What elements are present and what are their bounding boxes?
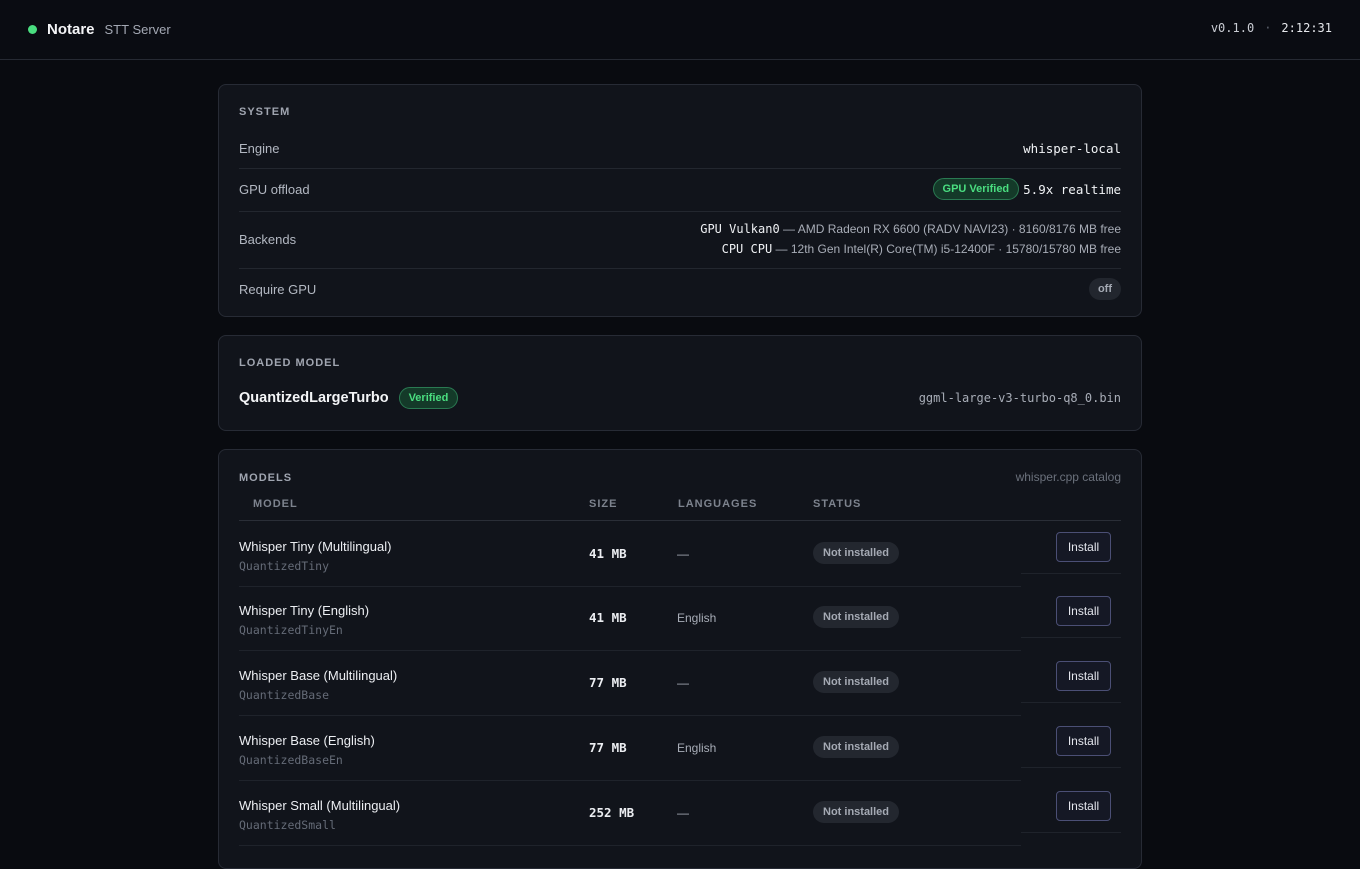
status-badge: Not installed	[813, 606, 900, 628]
models-title: MODELS	[239, 472, 293, 484]
server-status-dot	[28, 24, 37, 34]
model-id: QuantizedBase	[239, 688, 330, 702]
backend-cpu: CPU CPU — 12th Gen Intel(R) Core(TM) i5-…	[700, 239, 1121, 259]
gpu-offload-row: GPU offload GPU Verified 5.9x realtime	[239, 169, 1121, 212]
system-title: SYSTEM	[239, 106, 291, 118]
table-row: Whisper Small (Multilingual) QuantizedSma…	[239, 781, 1121, 846]
version-label: v0.1.0	[1210, 21, 1255, 35]
column-header-languages: LANGUAGES	[678, 498, 758, 510]
clock: 2:12:31	[1281, 21, 1332, 35]
row-divider	[1021, 637, 1121, 638]
backend-name: CPU CPU	[721, 242, 773, 256]
require-gpu-toggle[interactable]: off	[1088, 278, 1121, 300]
engine-row: Engine whisper-local	[239, 127, 1121, 169]
backends-label: Backends	[239, 232, 297, 247]
backend-gpu: GPU Vulkan0 — AMD Radeon RX 6600 (RADV N…	[700, 219, 1121, 239]
gpu-offload-label: GPU offload	[239, 182, 310, 197]
verified-badge: Verified	[398, 387, 459, 409]
brand: Notare STT Server	[28, 20, 171, 38]
engine-value: whisper-local	[1023, 141, 1121, 156]
table-row: Whisper Base (Multilingual) QuantizedBase…	[239, 651, 1121, 716]
model-id: QuantizedSmall	[239, 818, 336, 832]
model-size: 41 MB	[589, 610, 627, 625]
column-header-model: MODEL	[253, 498, 298, 510]
model-size: 77 MB	[589, 675, 627, 690]
column-header-size: SIZE	[589, 498, 618, 510]
model-display-name: Whisper Base (Multilingual)	[239, 668, 398, 683]
loaded-model-name-group: QuantizedLargeTurbo Verified	[239, 387, 459, 409]
gpu-verified-badge: GPU Verified	[932, 178, 1020, 200]
models-card: MODELS whisper.cpp catalog MODEL SIZE LA…	[218, 449, 1142, 869]
table-row: Whisper Tiny (Multilingual) QuantizedTiny…	[239, 522, 1121, 587]
backends-list: GPU Vulkan0 — AMD Radeon RX 6600 (RADV N…	[700, 219, 1121, 259]
backend-detail: — 12th Gen Intel(R) Core(TM) i5-12400F ·…	[772, 242, 1122, 256]
header-meta: v0.1.0 · 2:12:31	[1211, 21, 1332, 35]
status-badge: Not installed	[813, 542, 900, 564]
backend-detail: — AMD Radeon RX 6600 (RADV NAVI23) · 816…	[779, 222, 1121, 236]
model-display-name: Whisper Small (Multilingual)	[239, 798, 401, 813]
top-bar: Notare STT Server v0.1.0 · 2:12:31	[0, 0, 1360, 60]
row-divider	[1021, 832, 1121, 833]
model-size: 77 MB	[589, 740, 627, 755]
model-languages: —	[677, 676, 689, 690]
status-badge: Not installed	[813, 736, 900, 758]
model-size: 252 MB	[589, 805, 635, 820]
app-name: Notare	[47, 20, 95, 38]
model-display-name: Whisper Tiny (Multilingual)	[239, 539, 392, 554]
model-languages: English	[677, 741, 717, 755]
system-card: SYSTEM Engine whisper-local GPU offload …	[218, 84, 1142, 317]
model-size: 41 MB	[589, 546, 627, 561]
row-divider	[1021, 573, 1121, 574]
install-button[interactable]: Install	[1056, 596, 1111, 626]
app-subtitle: STT Server	[104, 21, 171, 37]
loaded-model-file: ggml-large-v3-turbo-q8_0.bin	[918, 391, 1121, 405]
loaded-model-title: LOADED MODEL	[239, 357, 341, 369]
backend-name: GPU Vulkan0	[700, 222, 780, 236]
row-divider	[1021, 702, 1121, 703]
model-display-name: Whisper Base (English)	[239, 733, 375, 748]
install-button[interactable]: Install	[1056, 791, 1111, 821]
model-id: QuantizedBaseEn	[239, 753, 343, 767]
require-gpu-label: Require GPU	[239, 282, 317, 297]
model-display-name: Whisper Tiny (English)	[239, 603, 370, 618]
loaded-model-card: LOADED MODEL QuantizedLargeTurbo Verifie…	[218, 335, 1142, 431]
column-header-status: STATUS	[813, 498, 862, 510]
catalog-note: whisper.cpp catalog	[1015, 470, 1121, 484]
status-badge: Not installed	[813, 671, 900, 693]
install-button[interactable]: Install	[1056, 532, 1111, 562]
engine-label: Engine	[239, 141, 280, 156]
row-divider	[239, 845, 1021, 846]
backends-row: Backends GPU Vulkan0 — AMD Radeon RX 660…	[239, 212, 1121, 269]
install-button[interactable]: Install	[1056, 661, 1111, 691]
table-header-divider	[239, 520, 1121, 521]
model-languages: —	[677, 806, 689, 820]
header-separator: ·	[1264, 21, 1272, 35]
table-row: Whisper Tiny (English) QuantizedTinyEn 41 …	[239, 586, 1121, 651]
model-id: QuantizedTiny	[239, 559, 330, 573]
install-button[interactable]: Install	[1056, 726, 1111, 756]
table-row: Whisper Base (English) QuantizedBaseEn 77 …	[239, 716, 1121, 781]
model-languages: English	[677, 611, 717, 625]
require-gpu-row: Require GPU off	[239, 269, 1121, 311]
row-divider	[1021, 767, 1121, 768]
gpu-offload-value: GPU Verified 5.9x realtime	[932, 178, 1121, 200]
status-badge: Not installed	[813, 801, 900, 823]
model-languages: —	[677, 547, 689, 561]
loaded-model-name: QuantizedLargeTurbo	[239, 390, 389, 406]
model-id: QuantizedTinyEn	[239, 623, 343, 637]
gpu-speed: 5.9x realtime	[1023, 181, 1121, 197]
